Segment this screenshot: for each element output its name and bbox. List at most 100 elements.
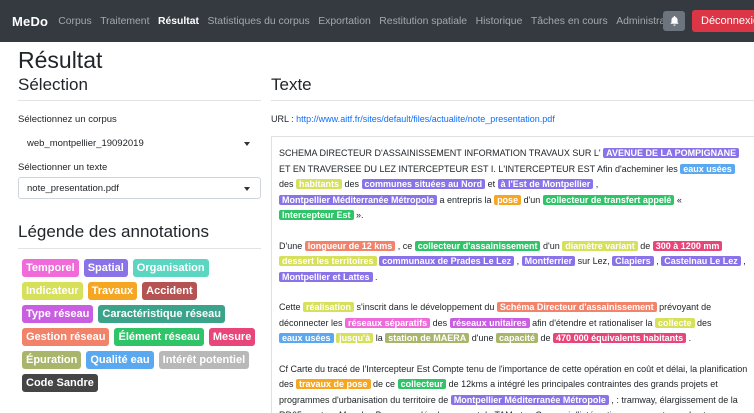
legend-tag: Mesure xyxy=(208,328,256,346)
plain-text: « xyxy=(674,194,682,205)
legend-tag: Caractéristique réseau xyxy=(98,305,226,323)
plain-text: la xyxy=(373,333,386,343)
text-select[interactable]: note_presentation.pdf xyxy=(18,177,261,199)
divider xyxy=(18,248,261,249)
annotation-highlight: collecteur de transfert appelé xyxy=(542,194,675,205)
plain-text: de ce xyxy=(370,379,398,389)
text-select-value: note_presentation.pdf xyxy=(27,182,119,194)
annotation-highlight: travaux de pose xyxy=(296,379,371,389)
annotation-highlight: AVENUE DE LA POMPIGNANE xyxy=(603,148,740,158)
annotation-highlight: à l'Est de Montpellier xyxy=(497,179,594,189)
annotation-highlight: collecteur xyxy=(397,379,447,389)
annotation-highlight: 470 000 équivalents habitants xyxy=(553,333,687,343)
legend-tag: Qualité eau xyxy=(86,351,154,369)
annotation-highlight: eaux usées xyxy=(680,163,735,174)
text-paragraph: Cette réalisation s'inscrit dans le déve… xyxy=(279,300,749,347)
selection-heading: Sélection xyxy=(18,75,88,94)
annotation-highlight: Intercepteur Est xyxy=(279,210,354,220)
nav-link-statistiques-du-corpus[interactable]: Statistiques du corpus xyxy=(207,16,309,27)
text-paragraph: Cf Carte du tracé de l'Intercepteur Est … xyxy=(279,362,749,413)
nav-link-corpus[interactable]: Corpus xyxy=(58,16,92,27)
nav-link-exportation[interactable]: Exportation xyxy=(318,16,371,27)
logout-button[interactable]: Déconnexion xyxy=(692,10,754,32)
annotation-highlight: réseaux unitaires xyxy=(449,317,530,328)
legend-tag: Travaux xyxy=(87,282,138,300)
legend-tag: Gestion réseau xyxy=(22,328,110,346)
chevron-down-icon xyxy=(244,142,250,146)
plain-text: ET EN TRAVERSEE DU LEZ INTERCEPTEUR EST … xyxy=(279,163,681,174)
url-prefix: URL : xyxy=(271,114,297,124)
plain-text: s'inscrit dans le développement du xyxy=(354,302,497,312)
plain-text: des xyxy=(694,317,712,328)
plain-text: d'un xyxy=(521,194,543,205)
annotation-legend: Temporel Spatial Organisation Indicateur Tra… xyxy=(22,259,262,397)
annotation-highlight: station de MAERA xyxy=(385,333,470,343)
legend-tag: Élément réseau xyxy=(114,328,204,346)
plain-text: . xyxy=(372,271,378,282)
legend-tag: Accident xyxy=(142,282,197,300)
legend-tag: Code Sandre xyxy=(22,374,98,392)
plain-text: SCHEMA DIRECTEUR D'ASSAINISSEMENT INFORM… xyxy=(279,148,604,158)
nav-link-traitement[interactable]: Traitement xyxy=(100,16,149,27)
legend-tag: Épuration xyxy=(22,351,82,369)
plain-text: D'une xyxy=(279,240,305,251)
texte-heading: Texte xyxy=(271,75,312,94)
annotation-highlight: communes situées au Nord xyxy=(361,179,486,189)
corpus-select[interactable]: web_montpellier_19092019 xyxy=(18,132,261,154)
annotation-highlight: collecteur d'assainissement xyxy=(414,240,541,251)
plain-text: . xyxy=(686,333,692,343)
annotation-highlight: communaux de Prades Le Lez xyxy=(379,256,515,266)
annotation-highlight: capacité xyxy=(496,333,539,343)
text-paragraph: SCHEMA DIRECTEUR D'ASSAINISSEMENT INFORM… xyxy=(279,146,749,224)
annotation-highlight: longueur de 12 kms xyxy=(304,240,396,251)
page-title: Résultat xyxy=(18,47,103,73)
annotation-highlight: eaux usées xyxy=(279,333,334,343)
plain-text: et xyxy=(485,179,498,189)
top-navbar: MeDo Corpus Traitement Résultat Statistique… xyxy=(0,0,754,42)
plain-text: sur Lez, xyxy=(575,256,613,266)
corpus-select-label: Sélectionnez un corpus xyxy=(18,114,117,125)
nav-link-tâches-en-cours[interactable]: Tâches en cours xyxy=(531,16,608,27)
url-link[interactable]: http://www.aitf.fr/sites/default/files/a… xyxy=(296,114,555,124)
plain-text: d'un xyxy=(540,240,563,251)
plain-text: Cette xyxy=(279,302,304,312)
corpus-select-value: web_montpellier_19092019 xyxy=(27,137,144,149)
divider xyxy=(18,100,261,101)
plain-text: de xyxy=(538,333,554,343)
legend-tag: Spatial xyxy=(83,259,128,277)
text-paragraph: D'une longueur de 12 kms , ce collecteur… xyxy=(279,239,749,286)
annotation-highlight: Clapiers xyxy=(612,256,654,266)
chevron-down-icon xyxy=(244,187,250,191)
nav-link-résultat[interactable]: Résultat xyxy=(158,16,199,27)
plain-text: , xyxy=(593,179,599,189)
legend-tag: Organisation xyxy=(132,259,209,277)
annotation-highlight: Schéma Directeur d'assainissement xyxy=(496,302,657,312)
annotation-highlight: diamètre variant xyxy=(562,240,638,251)
legend-tag: Indicateur xyxy=(22,282,83,300)
bell-icon xyxy=(669,16,679,26)
plain-text: , xyxy=(740,256,746,266)
plain-text: a entrepris la xyxy=(437,194,495,205)
nav-link-historique[interactable]: Historique xyxy=(476,16,523,27)
annotation-highlight: 300 à 1200 mm xyxy=(652,240,723,251)
brand-logo[interactable]: MeDo xyxy=(12,14,48,29)
annotation-highlight: réseaux séparatifs xyxy=(345,317,431,328)
plain-text: des xyxy=(342,179,362,189)
divider xyxy=(271,100,754,101)
legend-tag: Type réseau xyxy=(22,305,94,323)
plain-text: , xyxy=(514,256,522,266)
annotation-highlight: habitants xyxy=(296,179,343,189)
nav-link-restitution-spatiale[interactable]: Restitution spatiale xyxy=(379,16,467,27)
annotation-highlight: Montpellier Méditerranée Métropole xyxy=(450,394,609,405)
annotated-text-panel[interactable]: SCHEMA DIRECTEUR D'ASSAINISSEMENT INFORM… xyxy=(271,136,754,413)
annotation-highlight: Castelnau Le Lez xyxy=(661,256,741,266)
annotation-highlight: Montpellier et Lattes xyxy=(279,271,373,282)
plain-text: ». xyxy=(353,210,364,220)
plain-text: des xyxy=(279,179,297,189)
source-url: URL : http://www.aitf.fr/sites/default/f… xyxy=(271,114,555,124)
notifications-button[interactable] xyxy=(663,11,685,31)
legend-heading: Légende des annotations xyxy=(18,222,209,241)
annotation-highlight: pose xyxy=(494,194,522,205)
legend-tag: Intérêt potentiel xyxy=(158,351,250,369)
annotation-highlight: Montpellier Méditerranée Métropole xyxy=(279,194,438,205)
